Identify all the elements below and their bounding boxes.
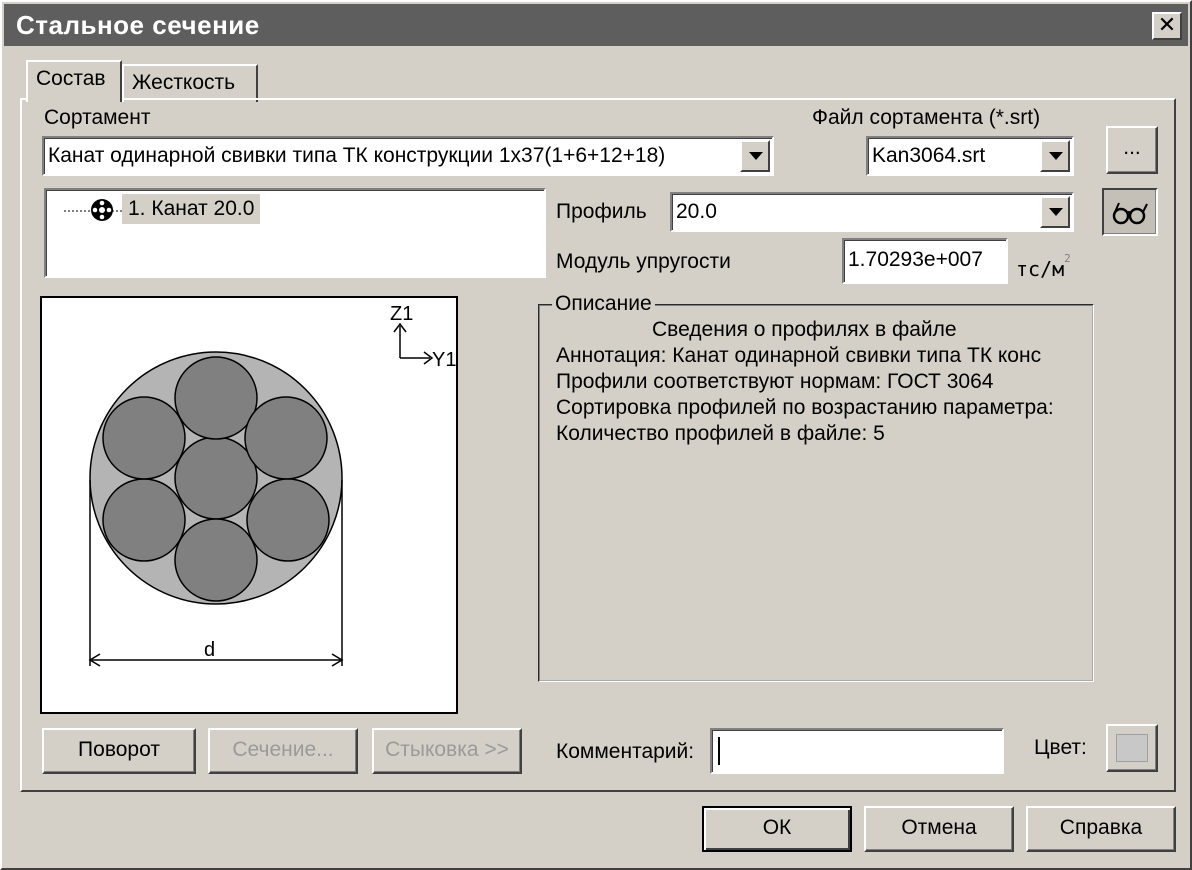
rotate-button[interactable]: Поворот [42,728,196,774]
title-bar[interactable]: Стальное сечение ✕ [4,4,1188,46]
joint-button[interactable]: Стыковка >> [372,728,522,774]
modulus-unit-text: тс/м [1016,257,1065,281]
description-line: Количество профилей в файле: 5 [556,422,885,445]
tab-composition-label: Состав [36,67,106,90]
modulus-value: 1.70293e+007 [848,248,983,271]
tree-item-label: 1. Канат 20.0 [128,197,255,220]
cable-section-drawing: Z1 Y1 d [88,303,456,667]
profile-select[interactable]: 20.0 [670,192,1074,232]
description-line: Сортировка профилей по возрастанию парам… [556,396,1054,419]
glasses-icon [1112,202,1148,225]
comment-label: Комментарий: [556,740,695,763]
section-button[interactable]: Сечение... [208,728,358,774]
tree-item-cable[interactable]: 1. Канат 20.0 [122,194,261,224]
ok-button[interactable]: ОК [702,806,852,852]
modulus-input[interactable]: 1.70293e+007 [842,238,1008,284]
axis-z-label: Z1 [390,303,413,325]
chevron-down-icon[interactable] [740,140,770,172]
tab-composition[interactable]: Состав [26,60,122,102]
description-line: Профили соответствуют нормам: ГОСТ 3064 [556,370,994,393]
browse-file-button[interactable]: ... [1106,126,1158,174]
profile-tree[interactable]: 1. Канат 20.0 [44,188,546,278]
comment-input[interactable] [710,728,1004,774]
cancel-button-label: Отмена [901,816,977,839]
sortament-file-value: Kan3064.srt [872,144,986,167]
wire-center [174,436,258,520]
wire [102,396,186,480]
cable-section-icon [91,199,113,221]
profile-label: Профиль [556,200,647,223]
wire [174,518,258,602]
dialog-window: Стальное сечение ✕ Состав Жесткость Сорт… [0,0,1192,870]
chevron-down-icon[interactable] [1040,196,1070,228]
tab-stiffness[interactable]: Жесткость [122,64,258,102]
section-preview: Z1 Y1 d [40,296,458,714]
wire [174,356,258,440]
wire [102,478,186,562]
chevron-down-icon[interactable] [1040,140,1070,172]
color-button[interactable] [1106,724,1158,772]
close-button[interactable]: ✕ [1152,12,1182,40]
sortament-label: Сортамент [44,106,151,129]
section-button-label: Сечение... [232,738,334,761]
window-title: Стальное сечение [16,10,260,40]
color-label: Цвет: [1034,736,1087,759]
help-button[interactable]: Справка [1026,806,1176,852]
browse-file-label: ... [1123,136,1141,159]
joint-button-label: Стыковка >> [385,738,509,761]
view-profile-button[interactable] [1102,188,1158,236]
description-line: Аннотация: Канат одинарной свивки типа Т… [556,344,1042,367]
ok-button-label: ОК [762,816,792,839]
sortament-file-select[interactable]: Kan3064.srt [866,136,1074,176]
description-heading: Сведения о профилях в файле [652,318,957,341]
sortament-value: Канат одинарной свивки типа ТК конструкц… [48,144,666,167]
dim-label: d [204,639,215,661]
description-title: Описание [552,292,655,316]
axis-y-label: Y1 [432,349,456,371]
profile-value: 20.0 [676,200,717,223]
cancel-button[interactable]: Отмена [864,806,1014,852]
modulus-unit: тс/м2 [1016,252,1071,281]
tab-stiffness-label: Жесткость [132,71,236,94]
rotate-button-label: Поворот [78,738,160,761]
sortament-file-label: Файл сортамента (*.srt) [812,106,1041,129]
modulus-label: Модуль упругости [556,250,731,273]
modulus-unit-exponent: 2 [1064,252,1071,265]
wire [246,478,330,562]
wire [244,396,328,480]
text-cursor [718,737,720,765]
close-icon: ✕ [1157,12,1177,37]
help-button-label: Справка [1059,816,1143,839]
color-swatch [1116,734,1148,762]
sortament-select[interactable]: Канат одинарной свивки типа ТК конструкц… [42,136,774,176]
